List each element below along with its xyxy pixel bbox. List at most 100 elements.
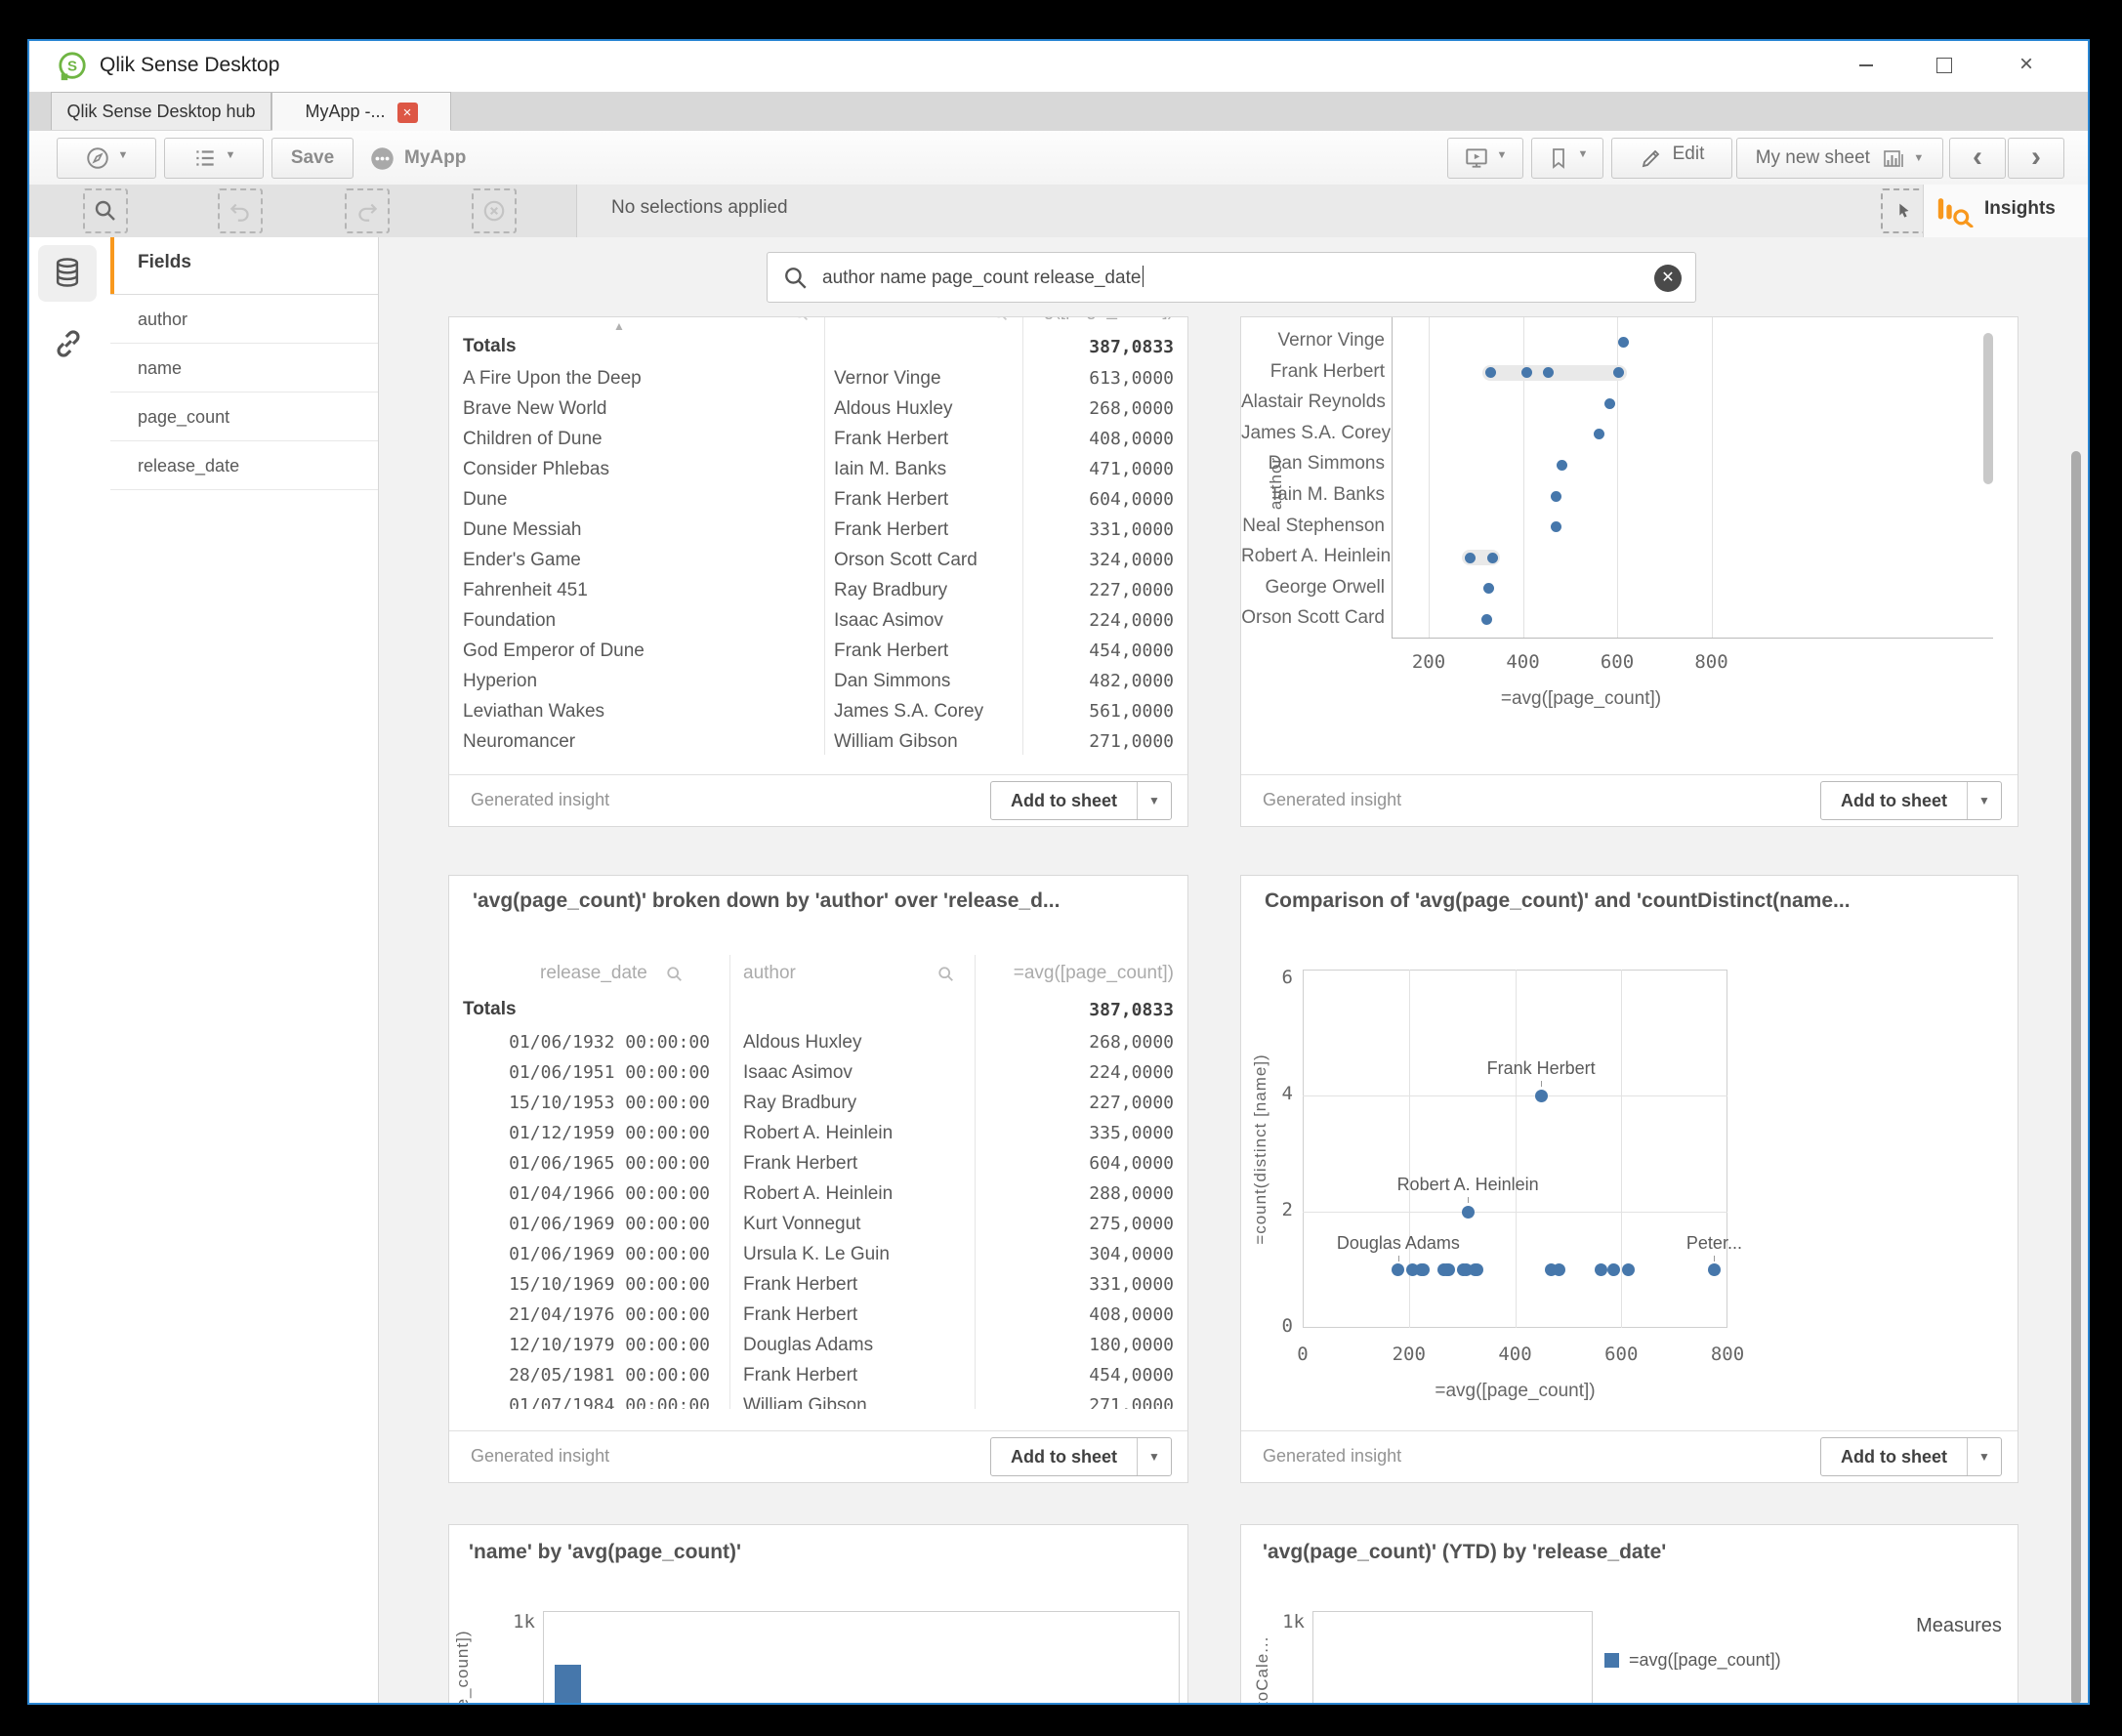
cell-value[interactable]: 471,0000: [1089, 459, 1174, 479]
cell-author[interactable]: Isaac Asimov: [743, 1062, 853, 1084]
cell-value[interactable]: 331,0000: [1089, 1274, 1174, 1295]
cell-author[interactable]: Frank Herbert: [834, 641, 948, 662]
tab-hub[interactable]: Qlik Sense Desktop hub: [51, 92, 271, 130]
cell-release-date[interactable]: 15/10/1953 00:00:00: [509, 1093, 710, 1113]
column-header[interactable]: author: [743, 963, 796, 984]
data-point[interactable]: [1557, 460, 1567, 471]
edit-button[interactable]: Edit: [1611, 138, 1732, 179]
cell-value[interactable]: 288,0000: [1089, 1183, 1174, 1204]
author-axis-label[interactable]: George Orwell: [1241, 577, 1385, 599]
table-row[interactable]: 01/07/1984 00:00:00William Gibson271,000…: [449, 1391, 1187, 1409]
data-point[interactable]: [1595, 1263, 1607, 1276]
add-to-sheet-button[interactable]: Add to sheet: [1821, 1438, 1967, 1475]
cell-value[interactable]: 268,0000: [1089, 1032, 1174, 1053]
table-row[interactable]: 01/12/1959 00:00:00Robert A. Heinlein335…: [449, 1119, 1187, 1150]
select-insight-button[interactable]: [1881, 188, 1926, 233]
data-point[interactable]: [1551, 491, 1561, 502]
cell-author[interactable]: Ray Bradbury: [743, 1093, 856, 1114]
cell-release-date[interactable]: 12/10/1979 00:00:00: [509, 1335, 710, 1355]
table-row[interactable]: Leviathan WakesJames S.A. Corey561,0000: [449, 697, 1187, 728]
cell-name[interactable]: Leviathan Wakes: [463, 701, 604, 723]
data-point[interactable]: [1553, 1263, 1565, 1276]
cell-name[interactable]: Fahrenheit 451: [463, 580, 588, 601]
table-row[interactable]: DuneFrank Herbert604,0000: [449, 485, 1187, 517]
data-point[interactable]: [1417, 1263, 1430, 1276]
cell-author[interactable]: William Gibson: [743, 1395, 867, 1409]
cell-author[interactable]: Frank Herbert: [743, 1365, 857, 1386]
table-row[interactable]: NeuromancerWilliam Gibson271,0000: [449, 727, 1187, 755]
insights-toggle[interactable]: Insights: [1923, 185, 2088, 237]
data-point[interactable]: [1481, 614, 1492, 625]
column-search-icon[interactable]: [666, 966, 684, 983]
author-axis-label[interactable]: Orson Scott Card: [1241, 607, 1385, 629]
field-item-page_count[interactable]: page_count: [110, 393, 378, 441]
cell-author[interactable]: Frank Herbert: [834, 519, 948, 541]
save-button[interactable]: Save: [271, 138, 354, 179]
cell-release-date[interactable]: 01/06/1965 00:00:00: [509, 1153, 710, 1174]
field-item-release_date[interactable]: release_date: [110, 441, 378, 490]
cell-author[interactable]: Frank Herbert: [834, 489, 948, 511]
cell-author[interactable]: Orson Scott Card: [834, 550, 978, 571]
bar[interactable]: [555, 1665, 581, 1703]
data-point[interactable]: [1708, 1263, 1721, 1276]
column-header[interactable]: =avg([page_count]): [1014, 963, 1174, 984]
data-point[interactable]: [1594, 429, 1604, 439]
cell-value[interactable]: 268,0000: [1089, 398, 1174, 419]
cell-author[interactable]: Aldous Huxley: [743, 1032, 861, 1054]
table-row[interactable]: 15/10/1953 00:00:00 Ray Bradbury 227,0000: [449, 1089, 1187, 1120]
clear-selections-button[interactable]: [472, 188, 517, 233]
table-row[interactable]: Dune MessiahFrank Herbert331,0000: [449, 516, 1187, 547]
add-to-sheet-dropdown[interactable]: ▼: [1137, 782, 1171, 819]
cell-name[interactable]: Ender's Game: [463, 550, 581, 571]
cell-name[interactable]: Brave New World: [463, 398, 606, 420]
cell-author[interactable]: Iain M. Banks: [834, 459, 946, 480]
cell-value[interactable]: 561,0000: [1089, 701, 1174, 722]
data-point[interactable]: [1618, 337, 1629, 348]
cell-value[interactable]: 335,0000: [1089, 1123, 1174, 1143]
cell-value[interactable]: 227,0000: [1089, 1093, 1174, 1113]
insight-search-input[interactable]: author name page_count release_date ✕: [767, 252, 1696, 303]
cell-value[interactable]: 304,0000: [1089, 1244, 1174, 1264]
table-row[interactable]: 12/10/1979 00:00:00Douglas Adams180,0000: [449, 1331, 1187, 1362]
cell-release-date[interactable]: 01/12/1959 00:00:00: [509, 1123, 710, 1143]
data-point[interactable]: [1485, 367, 1496, 378]
author-axis-label[interactable]: Vernor Vinge: [1241, 330, 1385, 351]
cell-author[interactable]: Kurt Vonnegut: [743, 1214, 860, 1235]
table-row[interactable]: 28/05/1981 00:00:00Frank Herbert454,0000: [449, 1361, 1187, 1392]
author-axis-label[interactable]: James S.A. Corey: [1241, 423, 1385, 444]
cell-value[interactable]: 604,0000: [1089, 489, 1174, 510]
data-point[interactable]: [1462, 1206, 1475, 1219]
cell-release-date[interactable]: 28/05/1981 00:00:00: [509, 1365, 710, 1385]
author-axis-label[interactable]: Alastair Reynolds: [1241, 392, 1385, 413]
cell-value[interactable]: 408,0000: [1089, 1304, 1174, 1325]
data-point[interactable]: [1487, 553, 1498, 563]
cell-value[interactable]: 604,0000: [1089, 1153, 1174, 1174]
cell-name[interactable]: Foundation: [463, 610, 556, 632]
cell-author[interactable]: Dan Simmons: [834, 671, 950, 692]
cell-author[interactable]: Ray Bradbury: [834, 580, 947, 601]
table-row[interactable]: Brave New World Aldous Huxley 268,0000: [449, 394, 1187, 426]
table-row[interactable]: 01/06/1969 00:00:00Kurt Vonnegut275,0000: [449, 1210, 1187, 1241]
table-row[interactable]: 21/04/1976 00:00:00Frank Herbert408,0000: [449, 1301, 1187, 1332]
author-axis-label[interactable]: Neal Stephenson: [1241, 516, 1385, 537]
maximize-button[interactable]: [1916, 41, 1973, 88]
navigation-menu-button[interactable]: ▼: [57, 138, 156, 179]
cell-name[interactable]: Hyperion: [463, 671, 537, 692]
minimize-button[interactable]: [1838, 41, 1894, 88]
cell-author[interactable]: Ursula K. Le Guin: [743, 1244, 890, 1265]
associations-link-icon[interactable]: [52, 327, 85, 360]
tab-myapp[interactable]: MyApp -...×: [271, 92, 451, 131]
cell-value[interactable]: 324,0000: [1089, 550, 1174, 570]
cell-author[interactable]: Aldous Huxley: [834, 398, 952, 420]
author-axis-label[interactable]: Iain M. Banks: [1241, 484, 1385, 506]
cell-author[interactable]: Frank Herbert: [743, 1304, 857, 1326]
column-header[interactable]: author: [834, 317, 887, 321]
author-axis-label[interactable]: Frank Herbert: [1241, 361, 1385, 383]
table-row[interactable]: Children of DuneFrank Herbert408,0000: [449, 425, 1187, 456]
cell-author[interactable]: Robert A. Heinlein: [743, 1183, 893, 1205]
data-point[interactable]: [1442, 1263, 1455, 1276]
table-row[interactable]: 01/06/1951 00:00:00Isaac Asimov224,0000: [449, 1058, 1187, 1090]
add-to-sheet-dropdown[interactable]: ▼: [1967, 1438, 2001, 1475]
data-point[interactable]: [1622, 1263, 1635, 1276]
smart-search-button[interactable]: [83, 188, 128, 233]
